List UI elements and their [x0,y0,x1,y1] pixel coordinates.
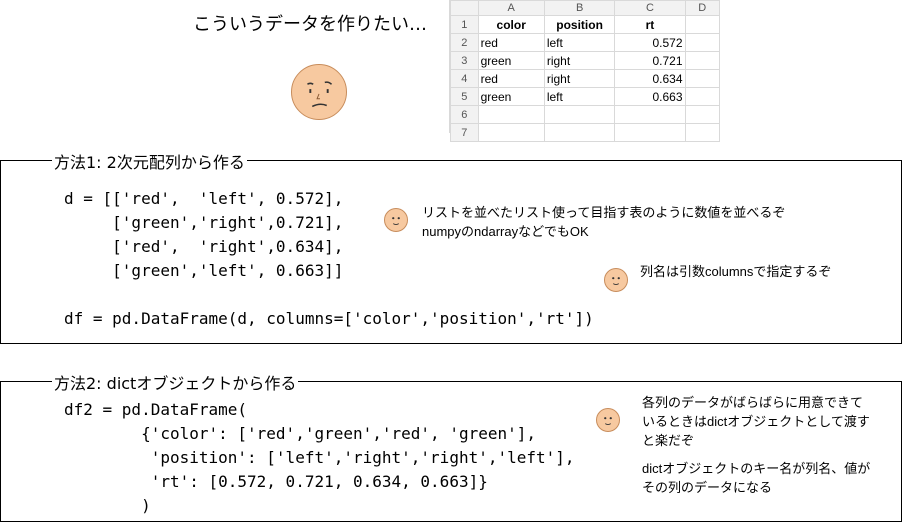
cell[interactable] [543,105,616,124]
method1-title: 方法1: 2次元配列から作る [52,149,247,173]
face-icon [596,408,620,432]
method2-note2: dictオブジェクトのキー名が列名、値が その列のデータになる [642,461,871,495]
cell[interactable]: green [477,87,545,106]
cell[interactable] [684,87,720,106]
cell[interactable]: 0.721 [614,51,686,70]
header-cell-color[interactable]: color [477,15,545,34]
cell[interactable]: 0.572 [614,33,686,52]
cell[interactable] [684,123,720,142]
spreadsheet: A B C D 1 color position rt 2 red left 0… [449,0,720,142]
cell[interactable] [684,51,720,70]
column-header-corner[interactable] [450,0,479,16]
row-number[interactable]: 4 [450,69,479,88]
column-header-a[interactable]: A [477,0,545,16]
method2-note1: 各列のデータがばらばらに用意できて いるときはdictオブジェクトとして渡す と… [642,395,870,448]
cell[interactable] [477,123,545,142]
cell[interactable] [684,69,720,88]
face-icon [384,208,408,232]
method1-note2: 列名は引数columnsで指定するぞ [640,264,832,279]
column-header-c[interactable]: C [614,0,686,16]
cell[interactable]: 0.634 [614,69,686,88]
cell[interactable] [477,105,545,124]
header-cell-position[interactable]: position [543,15,616,34]
cell[interactable] [684,105,720,124]
cell[interactable]: 0.663 [614,87,686,106]
cell[interactable] [614,123,686,142]
face-icon [604,268,628,292]
cell[interactable] [543,123,616,142]
method2-code: df2 = pd.DataFrame( {'color': ['red','gr… [64,400,575,515]
row-number[interactable]: 6 [450,105,479,124]
cell[interactable]: red [477,69,545,88]
column-header-b[interactable]: B [543,0,616,16]
page-title: こういうデータを作りたい… [193,14,427,35]
row-number[interactable]: 1 [450,15,479,34]
cell[interactable]: right [543,51,616,70]
column-header-d[interactable]: D [684,0,720,16]
cell[interactable]: red [477,33,545,52]
cell[interactable] [684,15,720,34]
confused-face-icon [291,64,347,120]
cell[interactable]: green [477,51,545,70]
cell[interactable]: left [543,87,616,106]
row-number[interactable]: 5 [450,87,479,106]
cell[interactable]: right [543,69,616,88]
header-cell-rt[interactable]: rt [614,15,686,34]
cell[interactable]: left [543,33,616,52]
row-number[interactable]: 7 [450,123,479,142]
method2-title: 方法2: dictオブジェクトから作る [52,370,299,394]
cell[interactable] [684,33,720,52]
cell[interactable] [614,105,686,124]
method1-note1: リストを並べたリスト使って目指す表のように数値を並べるぞ numpyのndarr… [422,205,786,239]
row-number[interactable]: 2 [450,33,479,52]
row-number[interactable]: 3 [450,51,479,70]
